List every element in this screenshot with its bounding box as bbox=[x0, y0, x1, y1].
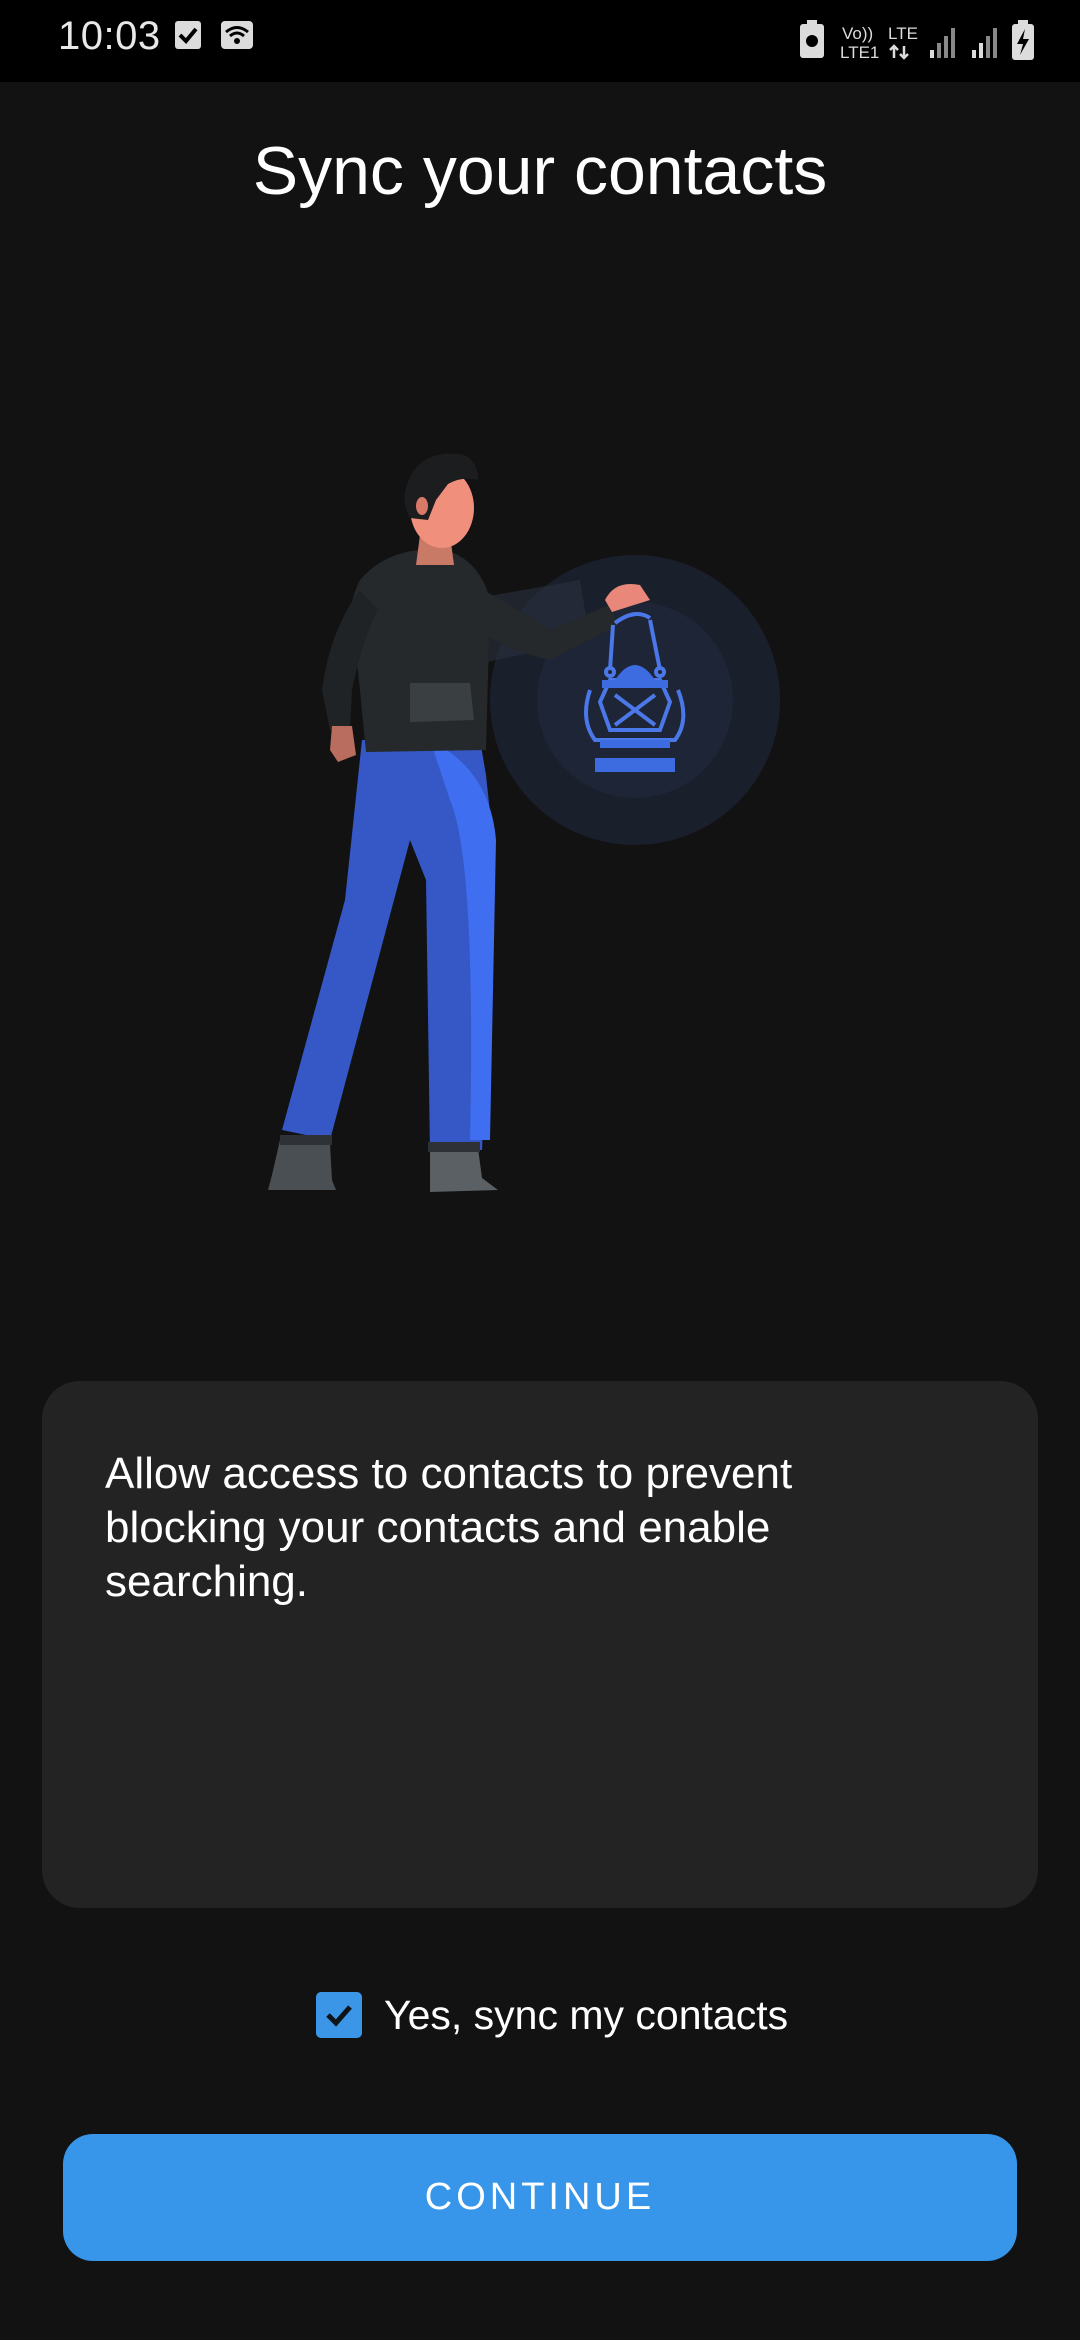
sync-contacts-screen: 10:03 Vo)) LTE1 LTE Sync your contacts A… bbox=[0, 0, 1080, 2340]
sync-contacts-label[interactable]: Yes, sync my contacts bbox=[384, 1992, 788, 2039]
status-bar: 10:03 Vo)) LTE1 LTE bbox=[0, 0, 1080, 82]
sync-contacts-checkbox-row[interactable]: Yes, sync my contacts bbox=[316, 1990, 788, 2040]
continue-button[interactable]: CONTINUE bbox=[63, 2134, 1017, 2261]
svg-text:LTE1: LTE1 bbox=[840, 43, 879, 62]
continue-button-label: CONTINUE bbox=[424, 2176, 656, 2218]
battery-saver-icon bbox=[800, 20, 824, 58]
wifi-icon bbox=[221, 21, 253, 49]
checkmark-icon bbox=[326, 2005, 352, 2027]
page-title: Sync your contacts bbox=[252, 133, 828, 209]
signal-sim1-icon bbox=[930, 28, 955, 58]
checkbox-notification-icon bbox=[175, 21, 201, 49]
status-time: 10:03 bbox=[58, 14, 161, 58]
sync-contacts-checkbox[interactable] bbox=[316, 1992, 362, 2038]
status-right-icons: Vo)) LTE1 LTE bbox=[800, 20, 1034, 62]
info-card-text: Allow access to contacts to prevent bloc… bbox=[105, 1449, 793, 1606]
person-with-lantern-illustration bbox=[268, 453, 780, 1192]
signal-sim2-icon bbox=[972, 28, 997, 58]
battery-charging-icon bbox=[1012, 20, 1034, 60]
volte-icon: Vo)) bbox=[842, 24, 873, 43]
info-card: Allow access to contacts to prevent bloc… bbox=[42, 1381, 1038, 1908]
lte-data-icon: LTE bbox=[888, 24, 918, 43]
